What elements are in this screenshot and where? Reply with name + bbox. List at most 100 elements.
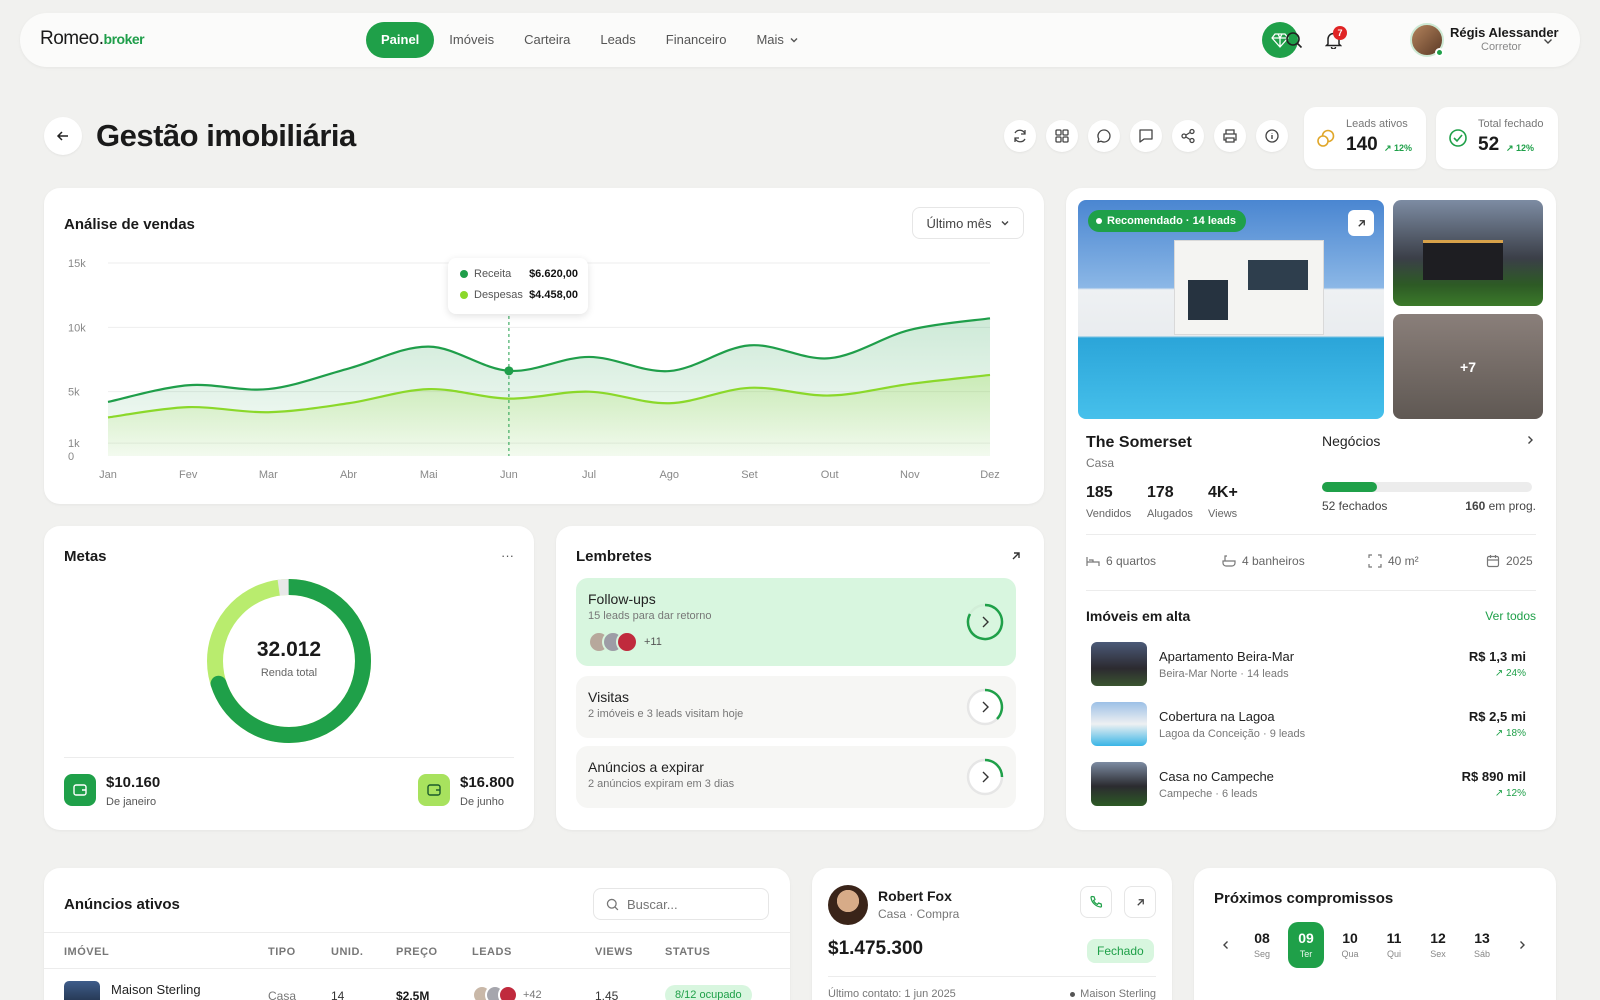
logo-text: Romeo. (40, 28, 104, 49)
notifications-button[interactable]: 7 (1323, 26, 1347, 50)
deals-in-progress-value: 160 (1465, 499, 1486, 513)
more-photos-button[interactable]: +7 (1393, 314, 1543, 419)
column-header[interactable]: UNID. (331, 946, 363, 958)
column-header[interactable]: VIEWS (595, 946, 633, 958)
reminder-subtitle: 15 leads para dar retorno (588, 610, 712, 622)
deals-in-progress: 160 em prog. (1465, 499, 1536, 513)
table-cell-type: Casa (268, 989, 297, 1000)
nav-mais[interactable]: Mais (741, 22, 813, 58)
reminder-expiring-listings[interactable]: Anúncios a expirar 2 anúncios expiram em… (576, 746, 1016, 808)
column-header[interactable]: PREÇO (396, 946, 438, 958)
notification-count: 7 (1333, 26, 1347, 40)
goal-b-label: De junho (460, 796, 505, 808)
day-number: 09 (1298, 930, 1314, 946)
message-button[interactable] (1130, 120, 1162, 152)
table-row[interactable]: Maison Sterling Casa 14 $2,5M +42 1,45 8… (44, 969, 790, 1000)
day-08[interactable]: 08 Seg (1244, 922, 1280, 968)
more-options-button[interactable]: ··· (501, 548, 514, 563)
column-header[interactable]: STATUS (665, 946, 710, 958)
chat-button[interactable] (1088, 120, 1120, 152)
x-tick-label: Fev (179, 469, 198, 481)
search-button[interactable] (1284, 30, 1304, 50)
trending-item[interactable]: Casa no Campeche Campeche · 6 leads R$ 8… (1086, 760, 1526, 812)
nav-leads[interactable]: Leads (585, 22, 650, 58)
calendar-icon (1486, 555, 1500, 568)
trending-price: R$ 890 mil (1461, 769, 1526, 784)
lead-last-contact: Último contato: 1 jun 2025 (828, 988, 956, 1000)
hover-point[interactable] (504, 366, 514, 376)
chevron-right-icon[interactable] (1524, 434, 1536, 446)
search-field[interactable] (593, 888, 769, 920)
nav-financeiro[interactable]: Financeiro (651, 22, 742, 58)
feature-text: 4 banheiros (1242, 554, 1305, 568)
nav-painel[interactable]: Painel (366, 22, 435, 58)
stat-trend: ↗ 12% (1384, 143, 1413, 153)
trending-sub: Beira-Mar Norte · 14 leads (1159, 668, 1289, 680)
wallet-icon-box (64, 774, 96, 806)
lead-subtitle: Casa · Compra (878, 907, 960, 921)
trending-item[interactable]: Apartamento Beira-Mar Beira-Mar Norte · … (1086, 640, 1526, 692)
column-header[interactable]: TIPO (268, 946, 296, 958)
call-button[interactable] (1080, 886, 1112, 918)
logo[interactable]: Romeo.broker (40, 28, 145, 50)
x-tick-label: Dez (980, 469, 1000, 481)
trending-item[interactable]: Cobertura na Lagoa Lagoa da Conceição · … (1086, 700, 1526, 752)
column-header[interactable]: IMÓVEL (64, 946, 109, 958)
open-property-button[interactable] (1348, 210, 1374, 236)
card-title: Próximos compromissos (1214, 890, 1394, 907)
table-cell-unit: 14 (331, 989, 345, 1000)
progress-arrow-button[interactable] (966, 688, 1004, 726)
day-09-selected[interactable]: 09 Ter (1288, 922, 1324, 968)
progress-arrow-button[interactable] (966, 603, 1004, 641)
share-button[interactable] (1172, 120, 1204, 152)
trending-trend: ↗ 24% (1494, 668, 1526, 679)
refresh-button[interactable] (1004, 120, 1036, 152)
stat-trend-value: 12% (1394, 143, 1413, 153)
search-icon (606, 898, 619, 910)
grid-view-button[interactable] (1046, 120, 1078, 152)
progress-arrow-button[interactable] (966, 758, 1004, 796)
lead-avatar[interactable] (828, 885, 868, 925)
print-button[interactable] (1214, 120, 1246, 152)
online-status-dot (1435, 48, 1444, 57)
day-weekday: Seg (1253, 949, 1270, 959)
trending-trend: ↗ 12% (1494, 788, 1526, 799)
arrow-left-icon (56, 131, 68, 141)
message-icon (1139, 129, 1153, 143)
day-10[interactable]: 10 Qua (1332, 922, 1368, 968)
chevron-left-icon[interactable] (1220, 939, 1232, 951)
x-tick-label: Nov (900, 469, 920, 481)
column-header[interactable]: LEADS (472, 946, 512, 958)
property-thumbnail (1091, 762, 1147, 806)
back-button[interactable] (44, 117, 82, 155)
arrow-up-right-icon[interactable] (1010, 550, 1022, 562)
stat-label: Total fechado (1478, 118, 1544, 130)
card-title: Lembretes (576, 548, 652, 565)
chevron-right-icon[interactable] (1516, 939, 1528, 951)
reminder-followups[interactable]: Follow-ups 15 leads para dar retorno +11 (576, 578, 1016, 666)
day-11[interactable]: 11 Qui (1376, 922, 1412, 968)
goals-card: Metas ··· 32.012 Renda total $10.160 De … (44, 526, 534, 830)
reminder-visits[interactable]: Visitas 2 imóveis e 3 leads visitam hoje (576, 676, 1016, 738)
lead-value: $1.475.300 (828, 938, 924, 959)
nav-imoveis[interactable]: Imóveis (434, 22, 509, 58)
property-thumbnail (1091, 642, 1147, 686)
chevron-down-icon[interactable] (1542, 35, 1554, 47)
day-13[interactable]: 13 Sáb (1464, 922, 1500, 968)
property-main-photo[interactable]: Recomendado · 14 leads (1078, 200, 1384, 419)
user-avatar[interactable] (1410, 23, 1444, 57)
open-lead-button[interactable] (1124, 886, 1156, 918)
see-all-link[interactable]: Ver todos (1485, 609, 1536, 623)
nav-carteira[interactable]: Carteira (509, 22, 585, 58)
chart-tooltip: Receita $6.620,00 Despesas $4.458,00 (448, 258, 588, 314)
search-input[interactable] (627, 896, 757, 912)
metric-value: 4K+ (1208, 484, 1238, 501)
trending-name: Apartamento Beira-Mar (1159, 649, 1295, 664)
reminder-title: Anúncios a expirar (588, 759, 704, 775)
reminder-subtitle: 2 imóveis e 3 leads visitam hoje (588, 708, 744, 720)
trending-title: Imóveis em alta (1086, 608, 1191, 624)
info-button[interactable] (1256, 120, 1288, 152)
card-title: Metas (64, 548, 107, 565)
property-thumb-photo[interactable] (1393, 200, 1543, 306)
day-12[interactable]: 12 Sex (1420, 922, 1456, 968)
